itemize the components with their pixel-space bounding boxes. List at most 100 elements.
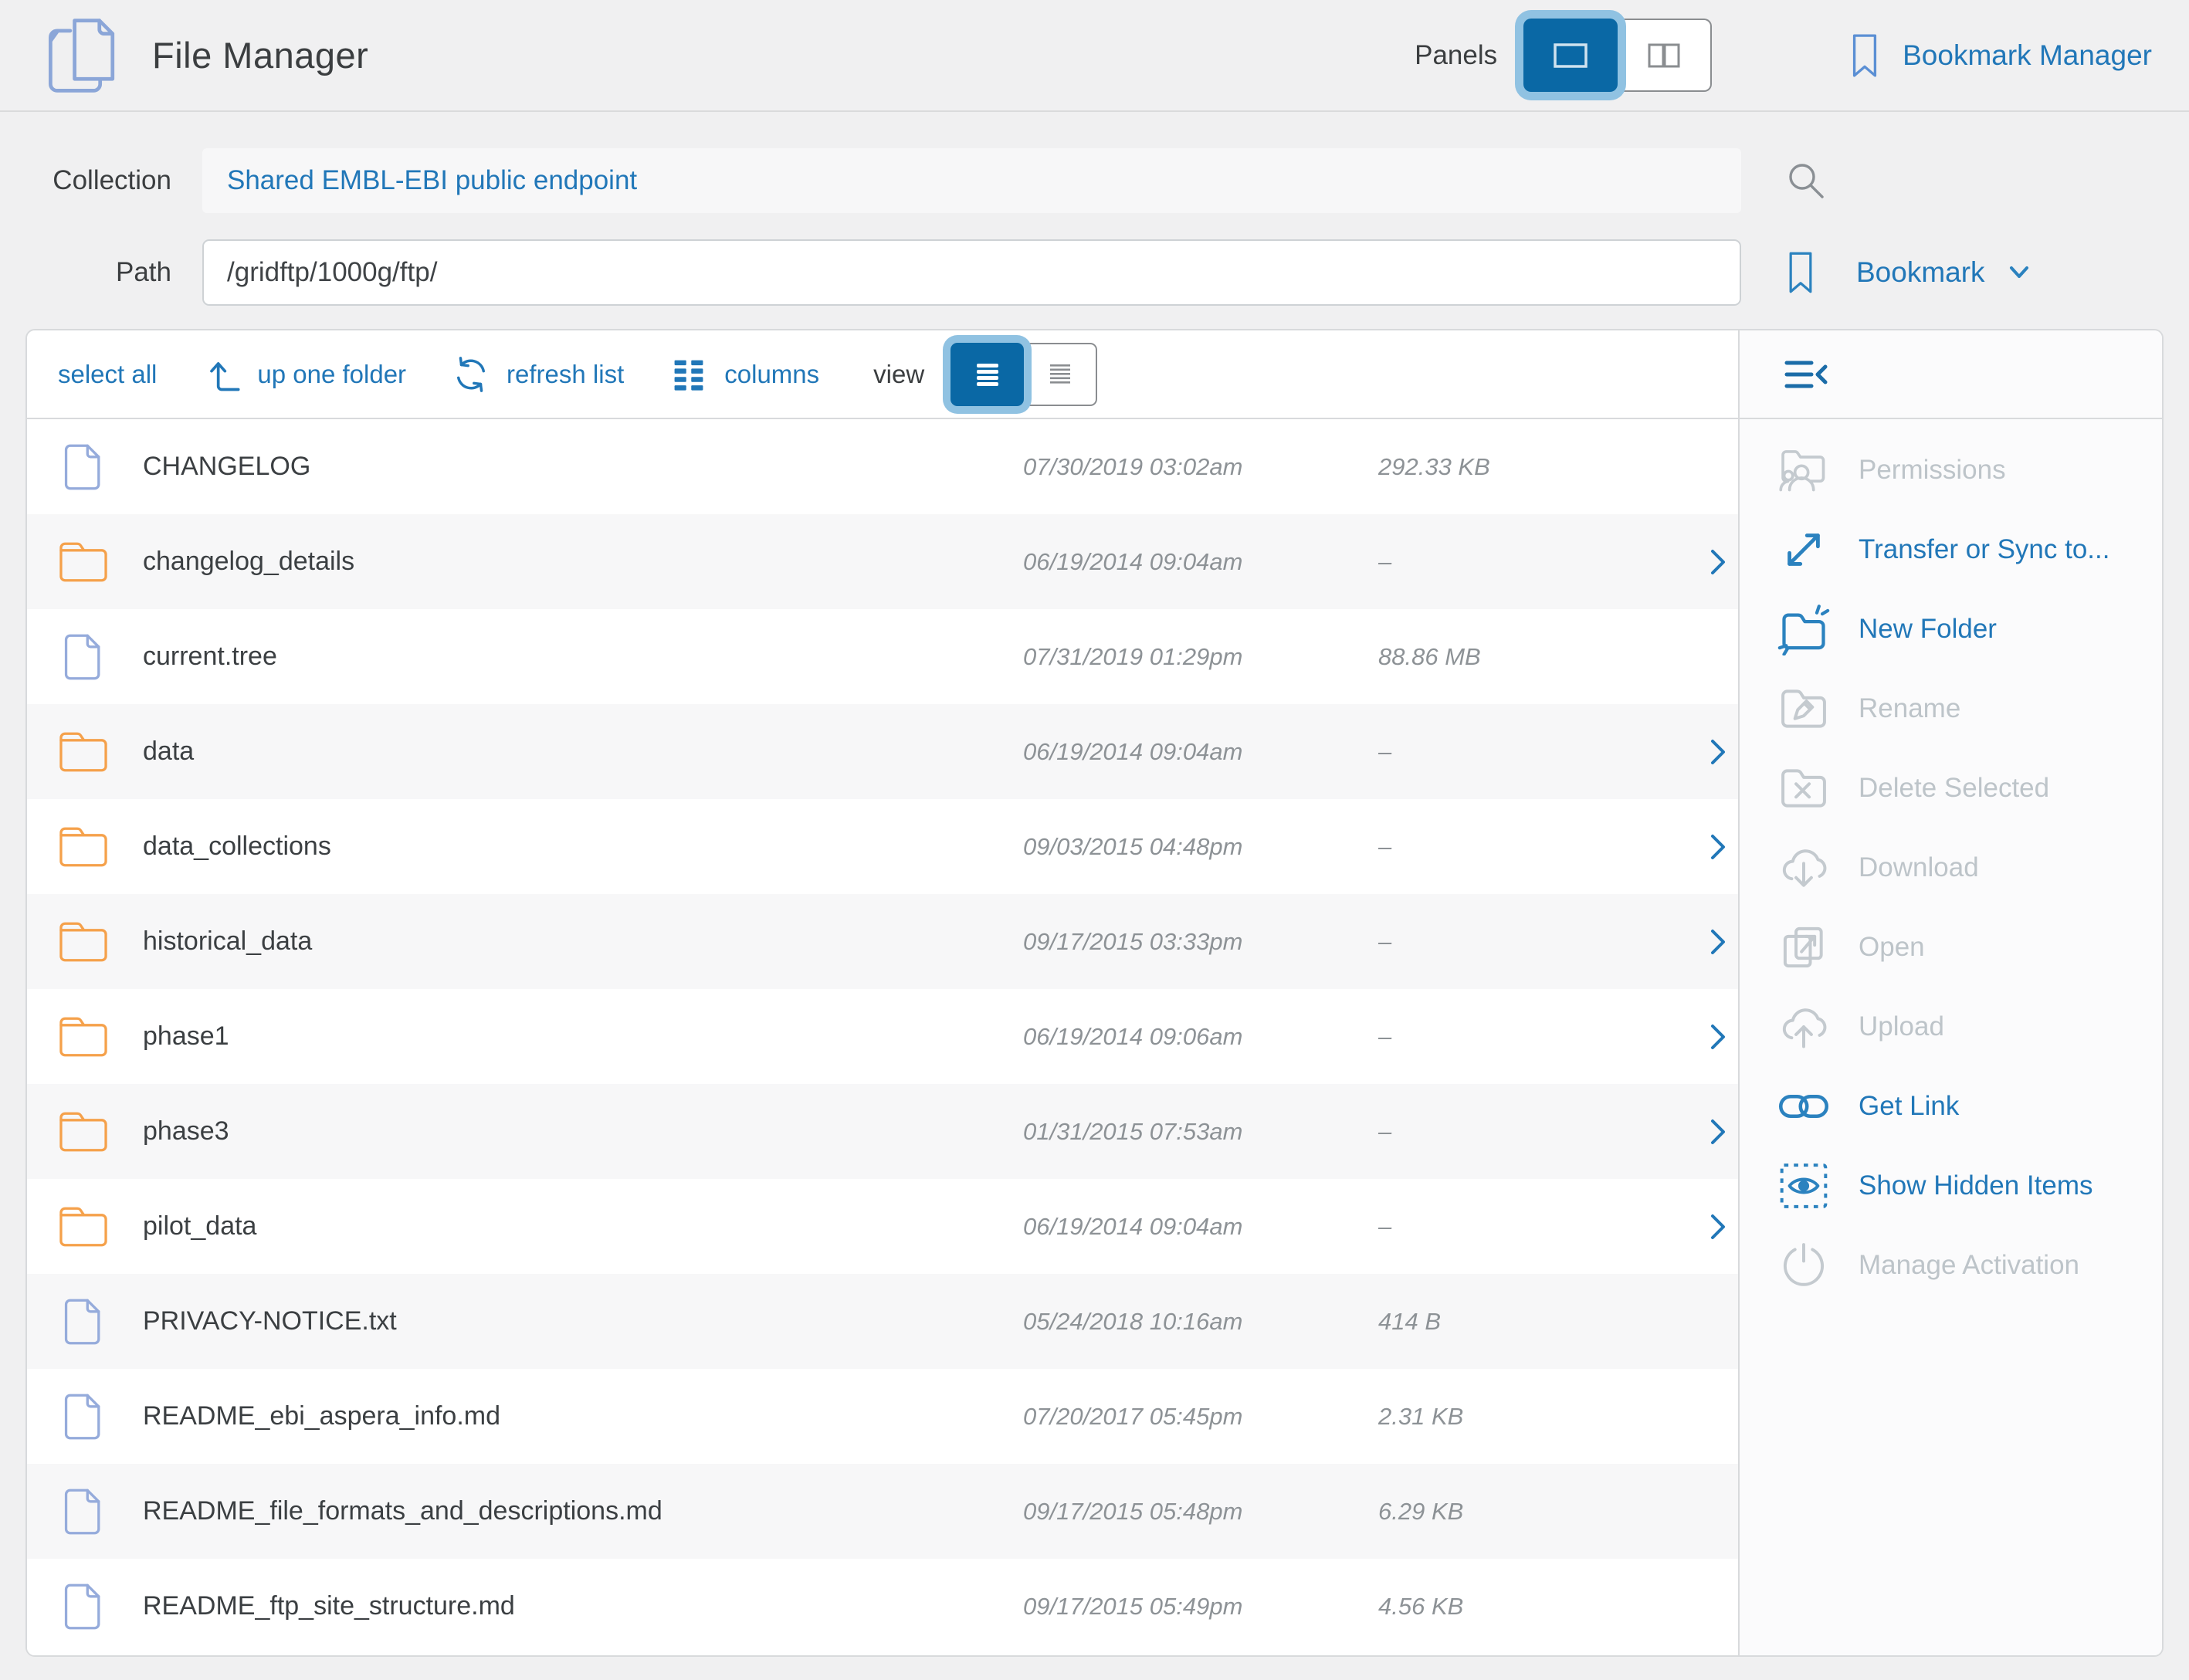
chevron-right-icon[interactable] — [1687, 925, 1735, 959]
chevron-down-icon — [2002, 256, 2036, 290]
item-type-icon — [58, 632, 143, 682]
sidebar-item-label: Permissions — [1859, 455, 2006, 486]
chevron-right-icon[interactable] — [1687, 1020, 1735, 1054]
item-name: CHANGELOG — [143, 452, 1023, 482]
file-row-data-collections[interactable]: data_collections 09/03/2015 04:48pm – — [27, 799, 1738, 894]
item-type-icon — [58, 727, 143, 777]
sidebar-item-label: Get Link — [1859, 1091, 1959, 1122]
app-header: File Manager Panels Bookmark Manager — [0, 0, 2189, 112]
single-panel-button[interactable] — [1523, 19, 1618, 92]
upload-icon — [1776, 999, 1832, 1055]
transfer-icon — [1776, 522, 1832, 578]
chevron-right-icon[interactable] — [1687, 830, 1735, 864]
chevron-right-icon[interactable] — [1687, 1115, 1735, 1149]
item-type-icon — [58, 1011, 143, 1062]
panels-label: Panels — [1415, 40, 1497, 71]
single-panel-icon — [1550, 40, 1591, 71]
sidebar-item-open: Open — [1740, 907, 2162, 987]
file-row-historical-data[interactable]: historical_data 09/17/2015 03:33pm – — [27, 894, 1738, 989]
condensed-view-button[interactable] — [1024, 343, 1097, 406]
item-modified: 09/17/2015 03:33pm — [1023, 928, 1378, 956]
search-icon[interactable] — [1784, 158, 1828, 203]
file-row-readme-ftp-site-structure-md[interactable]: README_ftp_site_structure.md 09/17/2015 … — [27, 1559, 1738, 1654]
bookmark-icon — [1847, 32, 1882, 79]
file-row-phase3[interactable]: phase3 01/31/2015 07:53am – — [27, 1084, 1738, 1179]
item-name: PRIVACY-NOTICE.txt — [143, 1306, 1023, 1336]
select-all-button[interactable]: select all — [58, 360, 157, 389]
panels-toggle-group — [1523, 19, 1712, 92]
item-size: – — [1378, 928, 1687, 956]
sidebar-item-permissions: Permissions — [1740, 430, 2162, 510]
item-modified: 07/20/2017 05:45pm — [1023, 1403, 1378, 1431]
item-type-icon — [58, 1391, 143, 1442]
file-row-readme-ebi-aspera-info-md[interactable]: README_ebi_aspera_info.md 07/20/2017 05:… — [27, 1369, 1738, 1464]
sidebar-item-rename: Rename — [1740, 669, 2162, 748]
chevron-right-icon[interactable] — [1687, 735, 1735, 769]
sidebar-item-get-link[interactable]: Get Link — [1740, 1066, 2162, 1146]
item-type-icon — [58, 916, 143, 967]
file-row-changelog[interactable]: CHANGELOG 07/30/2019 03:02am 292.33 KB — [27, 419, 1738, 514]
file-row-data[interactable]: data 06/19/2014 09:04am – — [27, 704, 1738, 799]
file-row-phase1[interactable]: phase1 06/19/2014 09:06am – — [27, 989, 1738, 1084]
file-row-changelog-details[interactable]: changelog_details 06/19/2014 09:04am – — [27, 514, 1738, 609]
columns-button[interactable]: columns — [669, 354, 819, 395]
file-row-current-tree[interactable]: current.tree 07/31/2019 01:29pm 88.86 MB — [27, 609, 1738, 704]
item-type-icon — [58, 442, 143, 493]
path-input[interactable] — [202, 239, 1741, 306]
item-modified: 05/24/2018 10:16am — [1023, 1308, 1378, 1336]
item-type-icon — [58, 1296, 143, 1347]
chevron-right-icon[interactable] — [1687, 1210, 1735, 1244]
item-size: – — [1378, 833, 1687, 861]
list-view-icon — [970, 357, 1005, 391]
item-size: 292.33 KB — [1378, 453, 1687, 481]
item-name: data — [143, 737, 1023, 767]
item-modified: 09/17/2015 05:48pm — [1023, 1498, 1378, 1526]
file-row-privacy-notice-txt[interactable]: PRIVACY-NOTICE.txt 05/24/2018 10:16am 41… — [27, 1274, 1738, 1369]
file-list: CHANGELOG 07/30/2019 03:02am 292.33 KB c… — [27, 419, 1738, 1655]
item-modified: 06/19/2014 09:04am — [1023, 738, 1378, 766]
collection-name-link[interactable]: Shared EMBL-EBI public endpoint — [227, 165, 637, 196]
new-folder-icon — [1776, 601, 1832, 657]
path-row: Path Bookmark — [0, 239, 2189, 306]
sidebar-item-transfer-or-sync-to[interactable]: Transfer or Sync to... — [1740, 510, 2162, 589]
sidebar-item-label: Download — [1859, 852, 1979, 883]
dual-panel-icon — [1644, 40, 1684, 71]
item-type-icon — [58, 821, 143, 872]
file-row-readme-file-formats-and-descriptions-md[interactable]: README_file_formats_and_descriptions.md … — [27, 1464, 1738, 1559]
show-hidden-icon — [1776, 1158, 1832, 1214]
sidebar-item-show-hidden-items[interactable]: Show Hidden Items — [1740, 1146, 2162, 1225]
up-one-folder-button[interactable]: up one folder — [202, 354, 406, 395]
dual-panel-button[interactable] — [1618, 19, 1712, 92]
bookmark-dropdown-button[interactable]: Bookmark — [1784, 250, 2036, 295]
item-modified: 09/03/2015 04:48pm — [1023, 833, 1378, 861]
manage-activation-icon — [1776, 1238, 1832, 1293]
file-manager-icon — [42, 14, 123, 97]
list-view-button[interactable] — [950, 343, 1024, 406]
item-size: – — [1378, 738, 1687, 766]
condensed-view-icon — [1042, 357, 1078, 391]
item-size: – — [1378, 1118, 1687, 1146]
item-modified: 06/19/2014 09:06am — [1023, 1023, 1378, 1051]
bookmark-manager-button[interactable]: Bookmark Manager — [1847, 32, 2152, 79]
item-size: 6.29 KB — [1378, 1498, 1687, 1526]
sidebar-item-delete-selected: Delete Selected — [1740, 748, 2162, 828]
refresh-list-button[interactable]: refresh list — [451, 354, 624, 395]
sidebar-item-manage-activation: Manage Activation — [1740, 1225, 2162, 1305]
sidebar-item-new-folder[interactable]: New Folder — [1740, 589, 2162, 669]
item-type-icon — [58, 1106, 143, 1157]
get-link-icon — [1776, 1079, 1832, 1134]
item-size: – — [1378, 1213, 1687, 1241]
path-label: Path — [0, 257, 171, 288]
item-modified: 07/30/2019 03:02am — [1023, 453, 1378, 481]
collection-field[interactable]: Shared EMBL-EBI public endpoint — [202, 148, 1741, 213]
sidebar-item-label: New Folder — [1859, 614, 1997, 645]
item-name: historical_data — [143, 926, 1023, 957]
chevron-right-icon[interactable] — [1687, 545, 1735, 579]
sidebar-item-label: Upload — [1859, 1011, 1944, 1042]
sidebar-item-label: Rename — [1859, 693, 1960, 724]
collapse-sidebar-icon[interactable] — [1782, 354, 1830, 395]
header-right: Panels Bookmark Manager — [1415, 19, 2152, 92]
list-toolbar: select all up one folder refresh list co… — [27, 330, 1738, 419]
file-row-pilot-data[interactable]: pilot_data 06/19/2014 09:04am – — [27, 1179, 1738, 1274]
item-modified: 09/17/2015 05:49pm — [1023, 1593, 1378, 1621]
